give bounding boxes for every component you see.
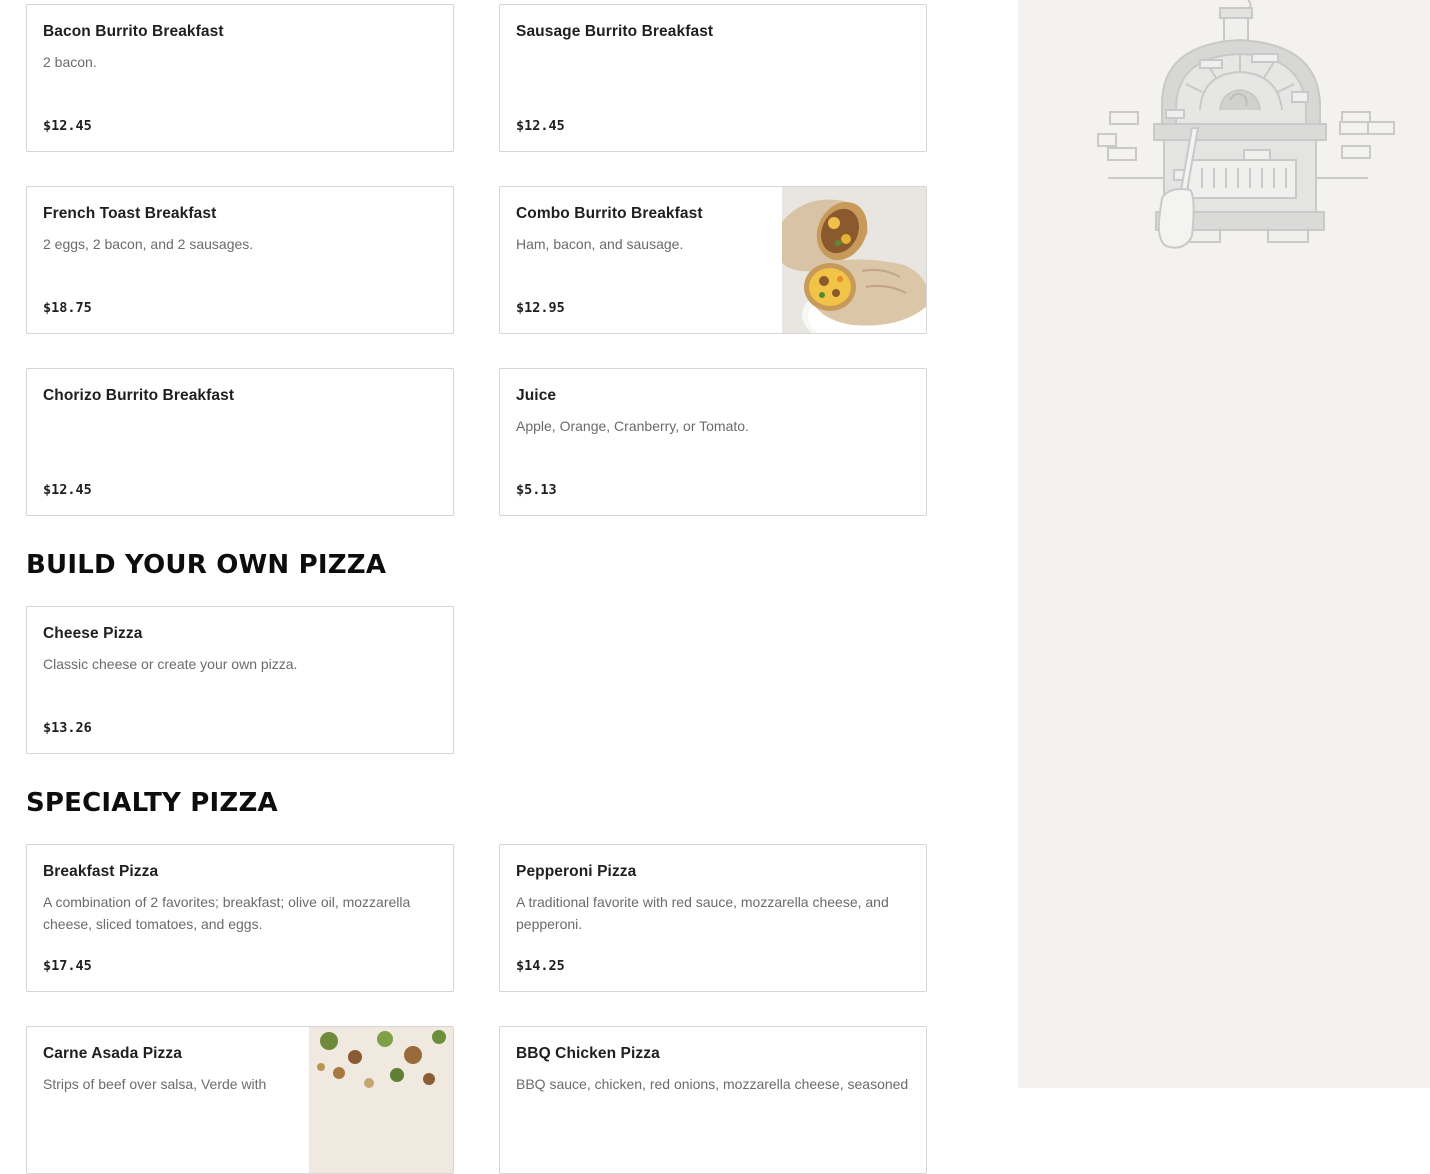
section-title-build-your-own-pizza: BUILD YOUR OWN PIZZA <box>26 550 387 580</box>
section-title-specialty-pizza: SPECIALTY PIZZA <box>26 788 278 818</box>
menu-item-price: $14.25 <box>516 958 565 974</box>
menu-item-price: $5.13 <box>516 482 557 498</box>
menu-item-price: $12.95 <box>516 300 565 316</box>
menu-item-card-breakfast-pizza[interactable]: Breakfast Pizza A combination of 2 favor… <box>26 844 454 992</box>
menu-item-name: Pepperoni Pizza <box>516 863 637 880</box>
menu-item-photo-burrito <box>782 187 926 333</box>
menu-item-description: 2 bacon. <box>43 54 97 70</box>
menu-main: Bacon Burrito Breakfast 2 bacon. $12.45 … <box>0 0 1018 1174</box>
menu-item-name: BBQ Chicken Pizza <box>516 1045 660 1062</box>
sidebar-panel <box>1018 0 1430 1088</box>
pizza-oven-illustration-icon <box>1096 0 1396 260</box>
menu-item-name: Carne Asada Pizza <box>43 1045 182 1062</box>
menu-item-name: Sausage Burrito Breakfast <box>516 23 714 40</box>
menu-item-name: Chorizo Burrito Breakfast <box>43 387 235 404</box>
menu-item-description: Apple, Orange, Cranberry, or Tomato. <box>516 418 749 434</box>
menu-item-name: French Toast Breakfast <box>43 205 217 222</box>
menu-item-name: Combo Burrito Breakfast <box>516 205 703 222</box>
menu-item-price: $12.45 <box>43 482 92 498</box>
menu-item-price: $18.75 <box>43 300 92 316</box>
menu-item-name: Breakfast Pizza <box>43 863 159 880</box>
menu-item-card-combo-burrito-breakfast[interactable]: Combo Burrito Breakfast Ham, bacon, and … <box>499 186 927 334</box>
menu-item-name: Juice <box>516 387 557 404</box>
menu-item-card-chorizo-burrito-breakfast[interactable]: Chorizo Burrito Breakfast $12.45 <box>26 368 454 516</box>
menu-item-price: $12.45 <box>516 118 565 134</box>
menu-item-photo-pizza <box>309 1027 453 1173</box>
menu-item-card-bbq-chicken-pizza[interactable]: BBQ Chicken Pizza BBQ sauce, chicken, re… <box>499 1026 927 1174</box>
menu-item-description: A combination of 2 favorites; breakfast;… <box>43 894 411 932</box>
menu-item-name: Bacon Burrito Breakfast <box>43 23 224 40</box>
menu-item-description: A traditional favorite with red sauce, m… <box>516 894 889 932</box>
menu-item-price: $12.45 <box>43 118 92 134</box>
menu-item-description: 2 eggs, 2 bacon, and 2 sausages. <box>43 236 254 252</box>
menu-item-card-french-toast-breakfast[interactable]: French Toast Breakfast 2 eggs, 2 bacon, … <box>26 186 454 334</box>
menu-item-name: Cheese Pizza <box>43 625 143 642</box>
menu-item-description: Ham, bacon, and sausage. <box>516 236 684 252</box>
menu-item-description: BBQ sauce, chicken, red onions, mozzarel… <box>516 1076 909 1092</box>
menu-item-description: Strips of beef over salsa, Verde with <box>43 1076 267 1092</box>
menu-item-card-carne-asada-pizza[interactable]: Carne Asada Pizza Strips of beef over sa… <box>26 1026 454 1174</box>
menu-item-card-bacon-burrito-breakfast[interactable]: Bacon Burrito Breakfast 2 bacon. $12.45 <box>26 4 454 152</box>
menu-item-card-pepperoni-pizza[interactable]: Pepperoni Pizza A traditional favorite w… <box>499 844 927 992</box>
menu-item-card-cheese-pizza[interactable]: Cheese Pizza Classic cheese or create yo… <box>26 606 454 754</box>
menu-item-card-sausage-burrito-breakfast[interactable]: Sausage Burrito Breakfast $12.45 <box>499 4 927 152</box>
menu-item-description: Classic cheese or create your own pizza. <box>43 656 298 672</box>
menu-item-card-juice[interactable]: Juice Apple, Orange, Cranberry, or Tomat… <box>499 368 927 516</box>
menu-item-price: $17.45 <box>43 958 92 974</box>
menu-item-price: $13.26 <box>43 720 92 736</box>
